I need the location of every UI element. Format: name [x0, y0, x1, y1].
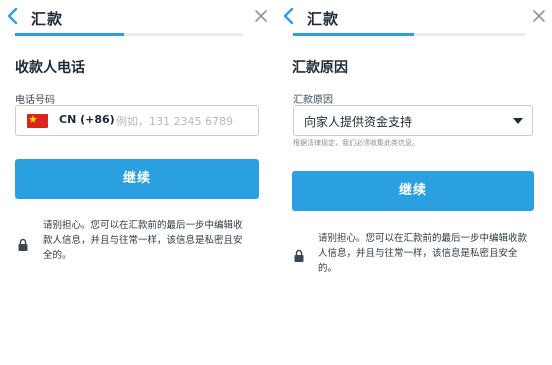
privacy-note: 请别担心。您可以在汇款前的最后一步中编辑收款人信息，并且与往常一样，该信息是私密…: [43, 220, 243, 261]
reason-step-panel: 汇款 汇款原因 汇款原因 向家人提供资金支持 根据法律规定，我们必须收集此类信息…: [276, 0, 552, 365]
reason-select[interactable]: 向家人提供资金支持: [293, 105, 533, 136]
page-title: 汇款: [307, 10, 340, 28]
lock-icon: [18, 238, 28, 251]
phone-input[interactable]: CN (+86) 例如，131 2345 6789: [15, 105, 259, 136]
progress-fill: [293, 33, 414, 36]
phone-placeholder: 例如，131 2345 6789: [116, 115, 233, 128]
progress-bar: [293, 33, 525, 36]
country-code[interactable]: CN (+86): [59, 113, 115, 126]
page-title: 汇款: [31, 10, 64, 28]
header: 汇款: [276, 0, 552, 36]
progress-fill: [15, 33, 125, 36]
phone-label: 电话号码: [15, 95, 55, 106]
lock-icon: [294, 249, 304, 262]
close-icon[interactable]: [254, 9, 268, 23]
close-icon[interactable]: [532, 9, 546, 23]
reason-value: 向家人提供资金支持: [304, 115, 413, 129]
reason-label: 汇款原因: [293, 95, 333, 106]
cn-flag-icon: [27, 114, 48, 128]
chevron-left-icon[interactable]: [4, 6, 22, 26]
reason-hint: 根据法律规定，我们必须收集此类信息。: [293, 139, 419, 147]
continue-button[interactable]: 继续: [292, 171, 534, 211]
header: 汇款: [0, 0, 272, 36]
progress-bar: [15, 33, 243, 36]
chevron-down-icon: [513, 118, 523, 124]
continue-button[interactable]: 继续: [15, 159, 259, 199]
privacy-note: 请别担心。您可以在汇款前的最后一步中编辑收款人信息，并且与往常一样，该信息是私密…: [318, 233, 528, 274]
section-title: 收款人电话: [15, 60, 85, 76]
section-title: 汇款原因: [292, 60, 348, 76]
chevron-left-icon[interactable]: [280, 6, 298, 26]
phone-step-panel: 汇款 收款人电话 电话号码 CN (+86) 例如，131 2345 6789 …: [0, 0, 272, 365]
